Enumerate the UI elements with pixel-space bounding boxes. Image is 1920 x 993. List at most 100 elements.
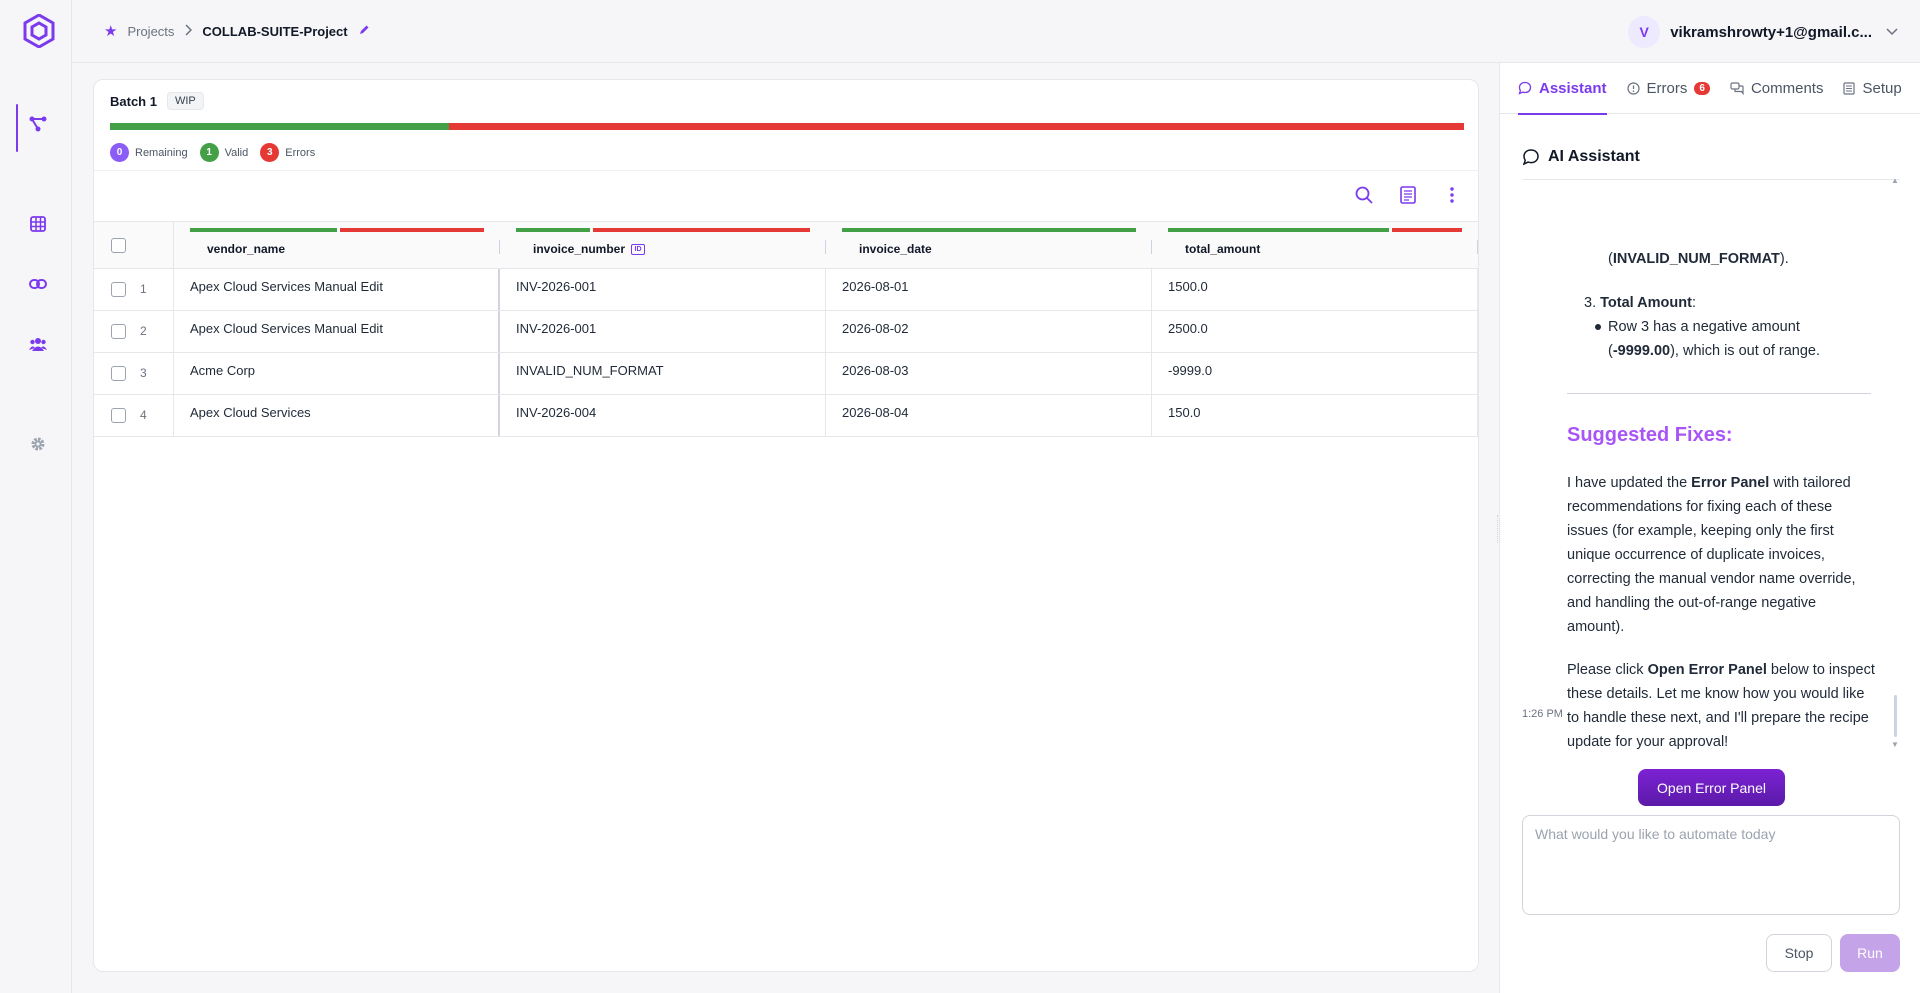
cell-total-amount[interactable]: 150.0	[1152, 395, 1478, 436]
cell-invoice-date[interactable]: 2026-08-01	[826, 269, 1152, 310]
row-checkbox[interactable]	[111, 408, 126, 423]
active-nav-indicator	[16, 104, 18, 152]
ai-title-text: AI Assistant	[1548, 148, 1640, 165]
row-checkbox[interactable]	[111, 282, 126, 297]
alert-circle-icon	[1626, 81, 1640, 95]
column-header-invoice-date[interactable]: invoice_date	[826, 222, 1152, 268]
chat-scrollbar[interactable]	[1894, 695, 1897, 737]
errors-count-badge: 6	[1694, 81, 1710, 95]
column-quality-bar	[842, 228, 1136, 232]
cell-invoice-date[interactable]: 2026-08-04	[826, 395, 1152, 436]
tab-errors[interactable]: Errors 6	[1626, 63, 1710, 114]
row-number: 3	[140, 366, 147, 380]
column-resize-handle[interactable]	[1477, 240, 1478, 254]
team-nav-icon[interactable]	[28, 334, 48, 354]
cell-invoice-number[interactable]: INVALID_NUM_FORMAT	[500, 353, 826, 394]
error-code: INVALID_NUM_FORMAT	[1612, 251, 1780, 267]
column-header-total-amount[interactable]: total_amount	[1152, 222, 1478, 268]
table-row[interactable]: 2 Apex Cloud Services Manual Edit INV-20…	[94, 311, 1478, 353]
app-logo-icon[interactable]	[23, 13, 55, 49]
row-number: 2	[140, 324, 147, 338]
document-icon[interactable]	[1396, 183, 1420, 207]
table-row[interactable]: 3 Acme Corp INVALID_NUM_FORMAT 2026-08-0…	[94, 353, 1478, 395]
cell-total-amount[interactable]: 1500.0	[1152, 269, 1478, 310]
favorite-star-icon[interactable]: ★	[104, 22, 117, 40]
list-item-title: Total Amount	[1600, 295, 1692, 311]
select-all-cell	[94, 222, 174, 268]
scroll-down-arrow-icon[interactable]: ▼	[1891, 740, 1899, 749]
chevron-down-icon	[1886, 25, 1898, 39]
progress-error-segment	[448, 123, 1464, 130]
prompt-input[interactable]	[1522, 815, 1900, 915]
tab-setup[interactable]: Setup	[1843, 63, 1902, 114]
column-header-vendor-name[interactable]: vendor_name	[174, 222, 500, 268]
column-label: invoice_date	[859, 242, 932, 256]
open-error-panel-button[interactable]: Open Error Panel	[1638, 769, 1785, 806]
row-checkbox[interactable]	[111, 324, 126, 339]
column-name: vendor_name	[207, 242, 285, 256]
divider	[1567, 393, 1871, 394]
text-fragment: ), which is out of range.	[1670, 343, 1821, 359]
cell-vendor-name[interactable]: Apex Cloud Services Manual Edit	[174, 269, 500, 310]
list-bullet: Row 3 has a negative amount (-9999.00), …	[1595, 315, 1868, 363]
column-quality-bar	[1168, 228, 1462, 232]
table-row[interactable]: 1 Apex Cloud Services Manual Edit INV-20…	[94, 269, 1478, 311]
batch-card: Batch 1 WIP 0 Remaining 1 Valid 3 Errors	[93, 79, 1479, 972]
cell-invoice-number[interactable]: INV-2026-001	[500, 311, 826, 352]
breadcrumb-projects-link[interactable]: Projects	[127, 24, 174, 39]
column-header-invoice-number[interactable]: invoice_number ID	[500, 222, 826, 268]
row-select-cell: 1	[94, 269, 174, 310]
text-fragment: ).	[1779, 251, 1789, 267]
legend-label: Errors	[285, 146, 316, 159]
cell-total-amount[interactable]: 2500.0	[1152, 311, 1478, 352]
cell-total-amount[interactable]: -9999.0	[1152, 353, 1478, 394]
row-number: 4	[140, 408, 147, 422]
ai-assistant-heading: AI Assistant	[1522, 148, 1640, 166]
tab-assistant[interactable]: Assistant	[1518, 63, 1607, 115]
run-button[interactable]: Run	[1840, 934, 1900, 972]
progress-valid-segment	[110, 123, 449, 130]
column-name: total_amount	[1185, 242, 1260, 256]
text-fragment: Please click	[1567, 662, 1648, 678]
user-menu[interactable]: V vikramshrowty+1@gmail.c...	[1628, 16, 1898, 48]
status-badge: WIP	[166, 92, 204, 110]
column-quality-bar	[190, 228, 484, 232]
cell-invoice-date[interactable]: 2026-08-02	[826, 311, 1152, 352]
text-fragment: I have updated the	[1567, 475, 1692, 491]
scroll-up-arrow-icon[interactable]: ▲	[1891, 176, 1899, 185]
comments-icon	[1730, 81, 1744, 95]
cell-vendor-name[interactable]: Apex Cloud Services Manual Edit	[174, 311, 500, 352]
cell-invoice-number[interactable]: INV-2026-001	[500, 269, 826, 310]
row-select-cell: 4	[94, 395, 174, 436]
legend-valid: 1 Valid	[199, 143, 248, 162]
cell-vendor-name[interactable]: Acme Corp	[174, 353, 500, 394]
batch-legend: 0 Remaining 1 Valid 3 Errors	[110, 143, 315, 162]
more-vertical-icon[interactable]	[1440, 183, 1464, 207]
table-nav-icon[interactable]	[28, 214, 48, 234]
table-row[interactable]: 4 Apex Cloud Services INV-2026-004 2026-…	[94, 395, 1478, 437]
breadcrumb: ★ Projects COLLAB-SUITE-Project	[104, 22, 370, 40]
bold-text: Error Panel	[1691, 475, 1770, 491]
error-value: -9999.00	[1612, 343, 1671, 359]
row-checkbox[interactable]	[111, 366, 126, 381]
row-number: 1	[140, 282, 147, 296]
tab-comments[interactable]: Comments	[1730, 63, 1823, 114]
column-name: invoice_date	[859, 242, 932, 256]
chevron-right-icon	[184, 23, 193, 39]
cell-invoice-number[interactable]: INV-2026-004	[500, 395, 826, 436]
search-icon[interactable]	[1352, 183, 1376, 207]
table-toolbar	[1352, 183, 1464, 207]
settings-gear-icon[interactable]	[28, 434, 48, 454]
project-title: COLLAB-SUITE-Project	[202, 23, 348, 39]
stop-button[interactable]: Stop	[1766, 934, 1832, 972]
cell-vendor-name[interactable]: Apex Cloud Services	[174, 395, 500, 436]
pipeline-nav-icon[interactable]	[28, 114, 48, 134]
errors-count-badge: 3	[260, 143, 280, 162]
select-all-checkbox[interactable]	[111, 238, 126, 253]
link-nav-icon[interactable]	[28, 274, 48, 294]
edit-pencil-icon[interactable]	[358, 24, 370, 39]
cell-invoice-date[interactable]: 2026-08-03	[826, 353, 1152, 394]
suggested-fixes-heading: Suggested Fixes:	[1567, 424, 1733, 446]
tab-label: Setup	[1862, 79, 1902, 97]
list-number: 3.	[1584, 295, 1597, 311]
